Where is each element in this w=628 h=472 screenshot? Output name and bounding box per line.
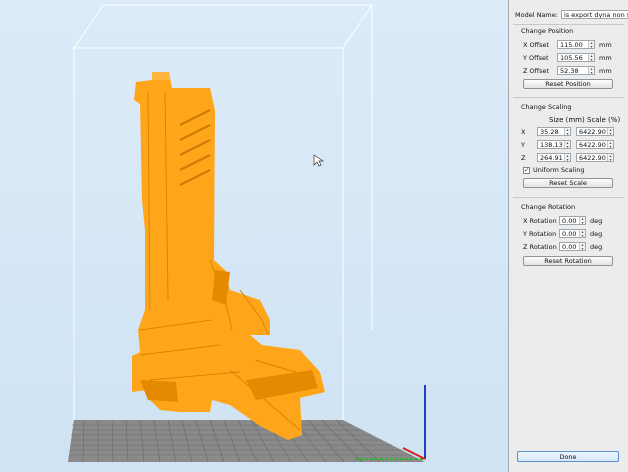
x-offset-value: 115.00 [560,40,583,49]
scale-z-input[interactable]: 6422.90 ▴ ▾ [576,153,614,162]
x-rotation-unit: deg [590,216,603,225]
z-rotation-unit: deg [590,242,603,251]
size-header: Size (mm) [549,116,585,124]
z-rotation-spinner-icon[interactable]: ▴ ▾ [579,243,585,250]
x-offset-row: X Offset 115.00 ▴ ▾ mm [523,40,612,49]
scale-y-input[interactable]: 6422.90 ▴ ▾ [576,140,614,149]
z-rotation-row: Z Rotation 0.00 ▴ ▾ deg [523,242,602,251]
done-button[interactable]: Done [517,451,619,462]
y-offset-spinner-icon[interactable]: ▴ ▾ [588,54,594,61]
scale-y-value: 6422.90 [579,140,606,149]
divider [513,24,624,25]
z-offset-input[interactable]: 52.38 ▴ ▾ [557,66,595,75]
viewport-3d[interactable] [0,0,508,472]
model-panel: Model Name: is export dyna non smooth Ch… [508,0,628,472]
scale-z-row: Z 264.91 ▴ ▾ 6422.90 ▴ ▾ [521,153,614,162]
z-offset-value: 52.38 [560,66,579,75]
y-offset-value: 105.56 [560,53,583,62]
divider [513,97,624,98]
y-offset-input[interactable]: 105.56 ▴ ▾ [557,53,595,62]
uniform-scaling-label: Uniform Scaling [533,166,585,174]
reset-scale-button[interactable]: Reset Scale [523,178,613,188]
y-rotation-spinner-icon[interactable]: ▴ ▾ [579,230,585,237]
model-mesh[interactable] [132,72,325,440]
model-name-row: Model Name: is export dyna non smooth [515,10,628,19]
divider [513,197,624,198]
size-z-spinner-icon[interactable]: ▴ ▾ [564,154,570,161]
size-x-value: 35.28 [540,127,559,136]
scaling-group-title: Change Scaling [521,103,572,111]
scale-y-label: Y [521,140,525,149]
scale-header: Scale (%) [587,116,621,124]
scale-x-row: X 35.28 ▴ ▾ 6422.90 ▴ ▾ [521,127,614,136]
scale-x-spinner-icon[interactable]: ▴ ▾ [607,128,613,135]
x-rotation-row: X Rotation 0.00 ▴ ▾ deg [523,216,602,225]
model-name-value: is export dyna non smooth [563,10,628,19]
size-y-spinner-icon[interactable]: ▴ ▾ [564,141,570,148]
scale-y-spinner-icon[interactable]: ▴ ▾ [607,141,613,148]
scale-y-row: Y 138.13 ▴ ▾ 6422.90 ▴ ▾ [521,140,614,149]
z-offset-row: Z Offset 52.38 ▴ ▾ mm [523,66,612,75]
z-rotation-value: 0.00 [562,242,577,251]
z-rotation-label: Z Rotation [523,242,557,251]
y-rotation-value: 0.00 [562,229,577,238]
y-rotation-label: Y Rotation [523,229,557,238]
y-offset-row: Y Offset 105.56 ▴ ▾ mm [523,53,612,62]
x-rotation-label: X Rotation [523,216,557,225]
size-y-value: 138.13 [540,140,563,149]
size-x-input[interactable]: 35.28 ▴ ▾ [537,127,571,136]
scale-z-label: Z [521,153,526,162]
z-offset-label: Z Offset [523,66,550,75]
x-rotation-input[interactable]: 0.00 ▴ ▾ [559,216,586,225]
x-rotation-value: 0.00 [562,216,577,225]
x-offset-unit: mm [599,40,612,49]
y-rotation-row: Y Rotation 0.00 ▴ ▾ deg [523,229,602,238]
size-y-input[interactable]: 138.13 ▴ ▾ [537,140,571,149]
size-z-value: 264.91 [540,153,563,162]
scene-svg [68,4,426,463]
scale-x-label: X [521,127,526,136]
size-z-input[interactable]: 264.91 ▴ ▾ [537,153,571,162]
x-offset-label: X Offset [523,40,550,49]
scale-z-spinner-icon[interactable]: ▴ ▾ [607,154,613,161]
z-offset-spinner-icon[interactable]: ▴ ▾ [588,67,594,74]
y-offset-label: Y Offset [523,53,549,62]
mouse-cursor [313,154,325,167]
position-group-title: Change Position [521,27,574,35]
reset-rotation-button[interactable]: Reset Rotation [523,256,613,266]
uniform-scaling-row[interactable]: ✓ Uniform Scaling [523,166,584,174]
scale-z-value: 6422.90 [579,153,606,162]
x-offset-spinner-icon[interactable]: ▴ ▾ [588,41,594,48]
model-name-field[interactable]: is export dyna non smooth [560,10,628,19]
x-rotation-spinner-icon[interactable]: ▴ ▾ [579,217,585,224]
size-x-spinner-icon[interactable]: ▴ ▾ [564,128,570,135]
reset-position-button[interactable]: Reset Position [523,79,613,89]
scale-x-input[interactable]: 6422.90 ▴ ▾ [576,127,614,136]
uniform-scaling-checkbox[interactable]: ✓ [523,166,530,174]
y-rotation-input[interactable]: 0.00 ▴ ▾ [559,229,586,238]
y-rotation-unit: deg [590,229,603,238]
model-name-label: Model Name: [515,10,558,19]
z-rotation-input[interactable]: 0.00 ▴ ▾ [559,242,586,251]
rotation-group-title: Change Rotation [521,203,576,211]
z-offset-unit: mm [599,66,612,75]
scale-x-value: 6422.90 [579,127,606,136]
print-bed [68,419,425,463]
x-offset-input[interactable]: 115.00 ▴ ▾ [557,40,595,49]
y-offset-unit: mm [599,53,612,62]
